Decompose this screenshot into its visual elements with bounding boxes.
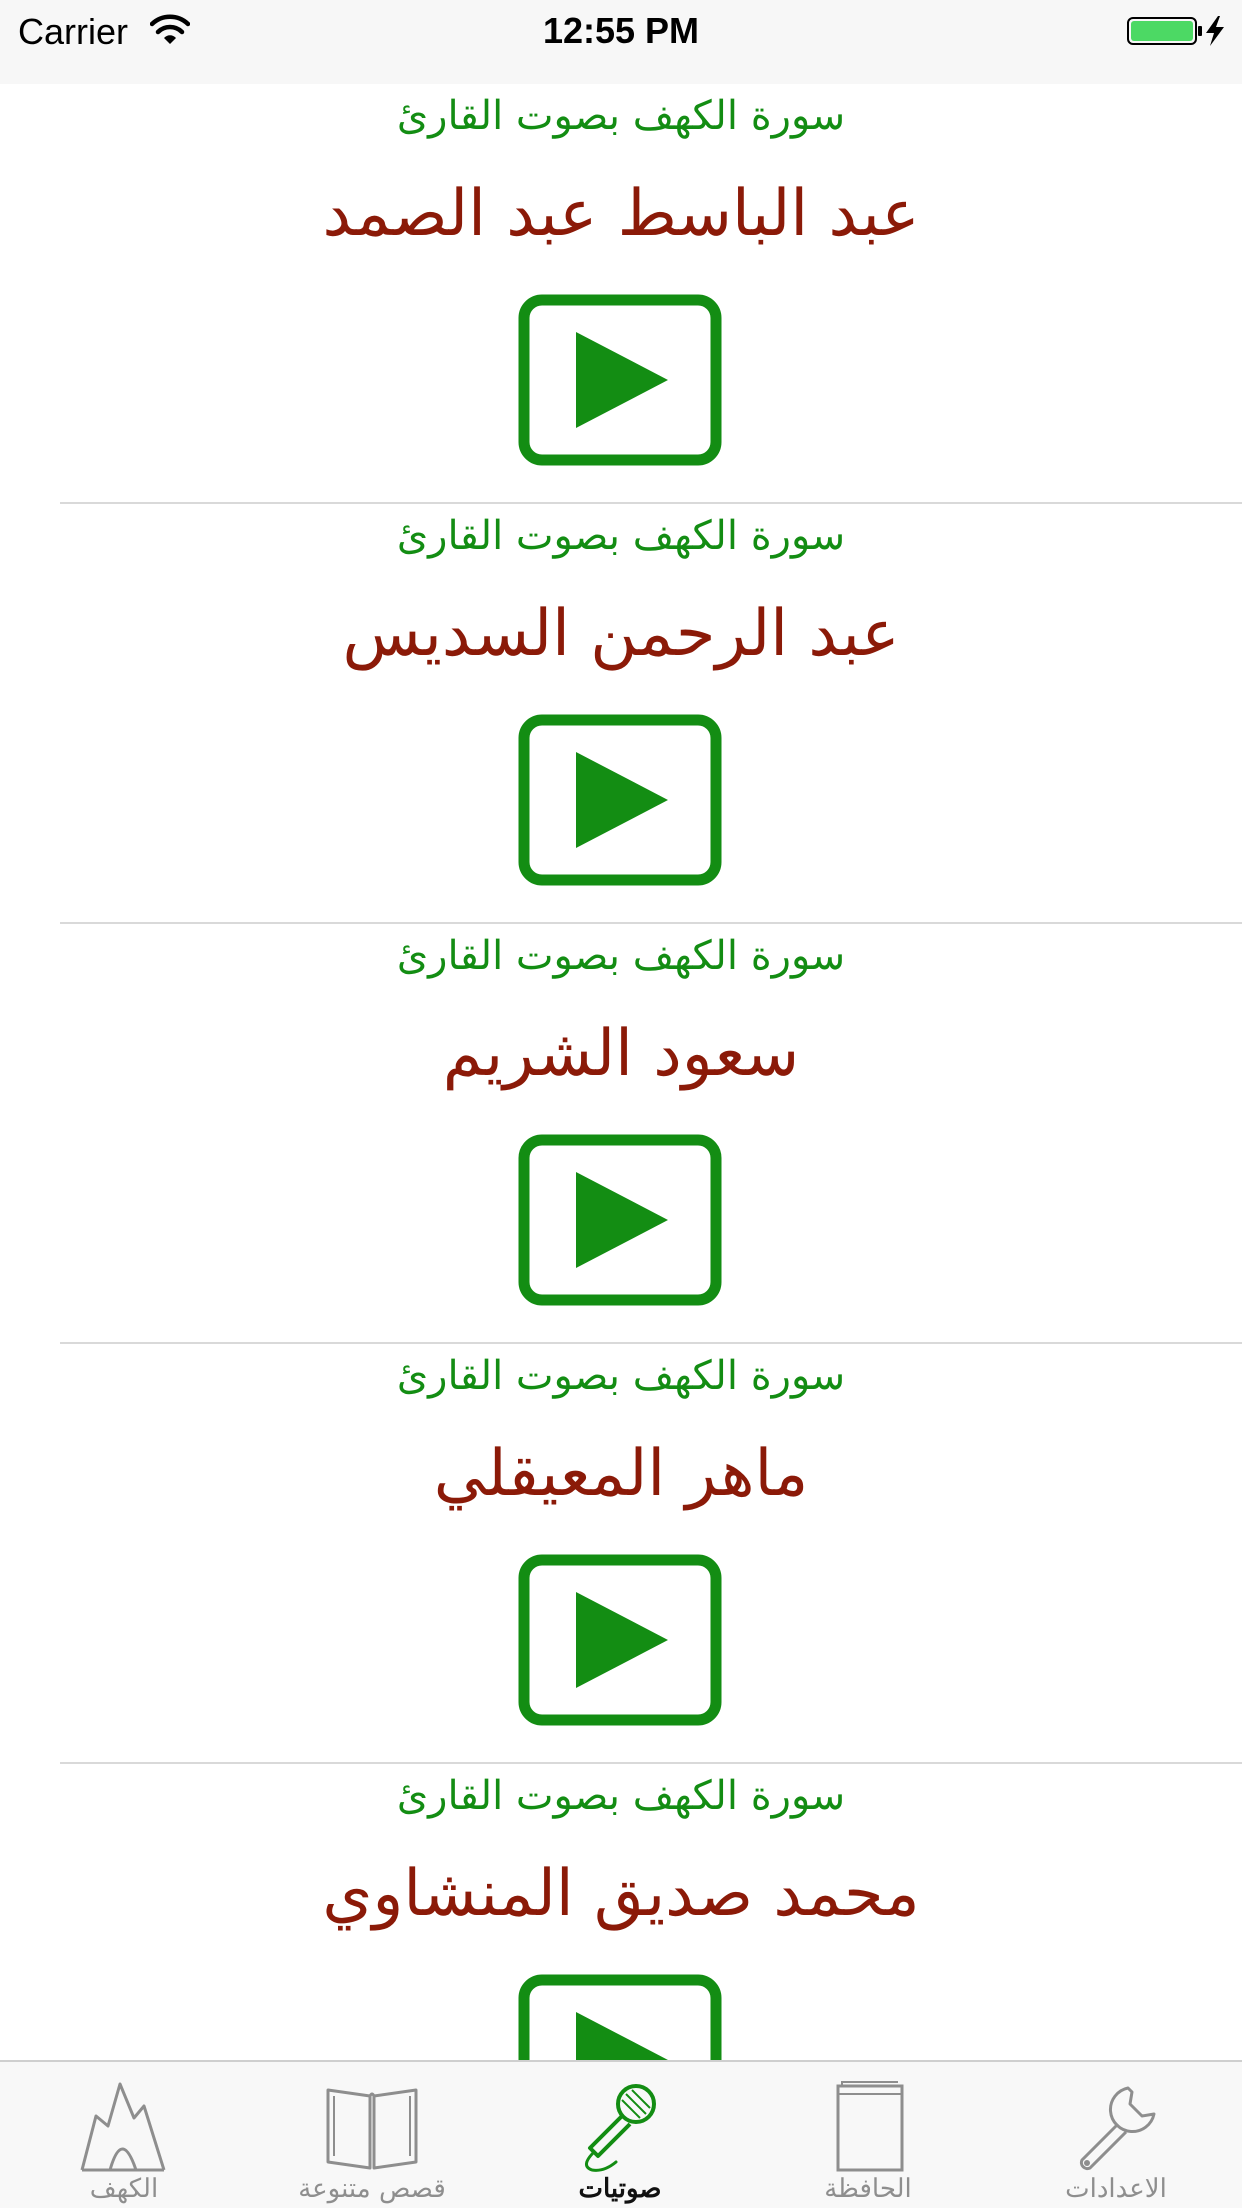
tab-kahf[interactable]: الكهف bbox=[0, 2062, 248, 2210]
tab-label: الاعدادات bbox=[1065, 2174, 1167, 2204]
microphone-icon bbox=[585, 2084, 656, 2172]
play-icon[interactable] bbox=[518, 294, 722, 466]
cave-icon bbox=[80, 2082, 166, 2172]
reciter-name: محمد صديق المنشاوي bbox=[322, 1857, 920, 1931]
reciter-cell[interactable]: سورة الكهف بصوت القارئ عبد الرحمن السديس bbox=[0, 504, 1242, 924]
tab-stories[interactable]: قصص متنوعة bbox=[248, 2062, 496, 2210]
play-icon[interactable] bbox=[518, 1974, 722, 2060]
book-icon bbox=[326, 2088, 418, 2170]
reciter-cell[interactable]: سورة الكهف بصوت القارئ ماهر المعيقلي bbox=[0, 1344, 1242, 1764]
tab-label: الكهف bbox=[89, 2174, 159, 2204]
reciter-cell[interactable]: سورة الكهف بصوت القارئ عبد الباسط عبد ال… bbox=[0, 84, 1242, 504]
battery-icon bbox=[1127, 16, 1224, 46]
tab-label: صوتيات bbox=[578, 2174, 662, 2204]
reciter-name: ماهر المعيقلي bbox=[433, 1437, 809, 1511]
reciter-name: عبد الرحمن السديس bbox=[342, 597, 900, 671]
tab-audio[interactable]: صوتيات bbox=[496, 2062, 744, 2210]
reciter-cell[interactable]: سورة الكهف بصوت القارئ سعود الشريم bbox=[0, 924, 1242, 1344]
tab-settings[interactable]: الاعدادات bbox=[992, 2062, 1240, 2210]
reciter-subtitle: سورة الكهف بصوت القارئ bbox=[396, 93, 846, 139]
folder-icon bbox=[836, 2081, 904, 2172]
reciter-name: سعود الشريم bbox=[442, 1017, 800, 1091]
status-bar: Carrier 12:55 PM bbox=[0, 0, 1242, 84]
tab-bar: الكهف قصص متنوعة صوتيات الحافظة الاعدادا… bbox=[0, 2060, 1242, 2208]
status-time: 12:55 PM bbox=[542, 10, 700, 51]
reciter-name: عبد الباسط عبد الصمد bbox=[322, 177, 920, 251]
reciter-list[interactable]: سورة الكهف بصوت القارئ عبد الباسط عبد ال… bbox=[0, 84, 1242, 2060]
reciter-subtitle: سورة الكهف بصوت القارئ bbox=[396, 1773, 846, 1819]
reciter-subtitle: سورة الكهف بصوت القارئ bbox=[396, 933, 846, 979]
reciter-subtitle: سورة الكهف بصوت القارئ bbox=[396, 513, 846, 559]
tab-label: قصص متنوعة bbox=[298, 2174, 446, 2204]
reciter-subtitle: سورة الكهف بصوت القارئ bbox=[396, 1353, 846, 1399]
play-icon[interactable] bbox=[518, 1134, 722, 1306]
tab-label: الحافظة bbox=[824, 2174, 912, 2204]
wrench-icon bbox=[1079, 2086, 1156, 2171]
play-icon[interactable] bbox=[518, 1554, 722, 1726]
tab-favorites[interactable]: الحافظة bbox=[744, 2062, 992, 2210]
reciter-cell[interactable]: سورة الكهف بصوت القارئ محمد صديق المنشاو… bbox=[0, 1764, 1242, 2060]
play-icon[interactable] bbox=[518, 714, 722, 886]
